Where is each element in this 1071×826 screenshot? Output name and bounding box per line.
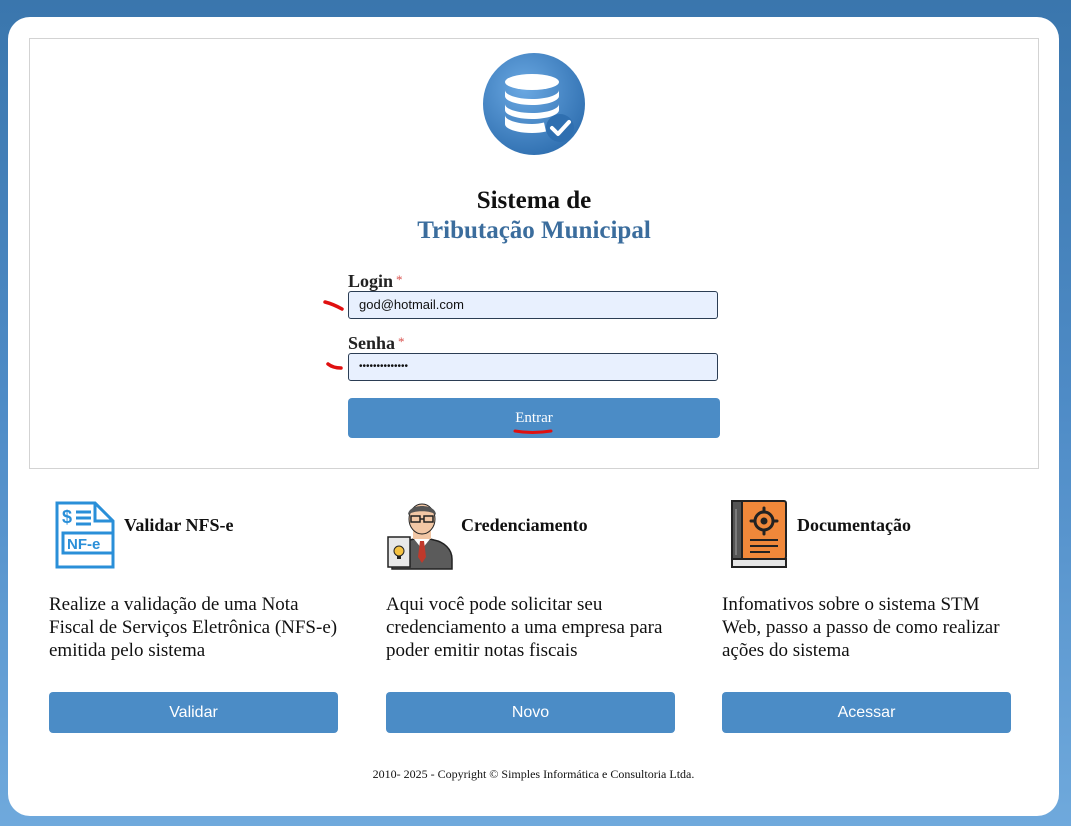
acessar-button[interactable]: Acessar bbox=[722, 692, 1011, 733]
novo-button[interactable]: Novo bbox=[386, 692, 675, 733]
required-marker: * bbox=[398, 334, 405, 349]
password-label: Senha * bbox=[348, 333, 405, 354]
main-card: Sistema de Tributação Municipal Login * g… bbox=[8, 17, 1059, 816]
app-title-line2: Tributação Municipal bbox=[417, 217, 651, 244]
footer-copyright: 2010- 2025 - Copyright © Simples Informá… bbox=[372, 767, 695, 781]
nfse-document-icon: $ NF-e bbox=[55, 501, 115, 569]
annotation-underline bbox=[513, 429, 553, 434]
businessman-icon bbox=[387, 503, 453, 570]
annotation-mark bbox=[326, 362, 343, 370]
password-label-text: Senha bbox=[348, 333, 396, 353]
feature-heading: Credenciamento bbox=[461, 515, 588, 535]
feature-description: Aqui você pode solicitar seu credenciame… bbox=[386, 594, 663, 661]
svg-text:NF-e: NF-e bbox=[67, 536, 100, 553]
login-label-text: Login bbox=[348, 271, 394, 291]
password-input[interactable]: •••••••••••••• bbox=[348, 353, 718, 381]
validar-button[interactable]: Validar bbox=[49, 692, 338, 733]
login-panel: Sistema de Tributação Municipal Login * g… bbox=[29, 38, 1039, 469]
login-input[interactable]: god@hotmail.com bbox=[348, 291, 718, 319]
feature-description: Infomativos sobre o sistema STM Web, pas… bbox=[722, 594, 1000, 661]
database-check-icon bbox=[483, 53, 585, 155]
required-marker: * bbox=[396, 272, 403, 287]
svg-text:$: $ bbox=[62, 507, 72, 527]
app-title-line1: Sistema de bbox=[476, 187, 592, 214]
feature-heading: Validar NFS-e bbox=[124, 515, 234, 535]
manual-book-gear-icon bbox=[731, 500, 787, 568]
login-label: Login * bbox=[348, 271, 403, 292]
feature-description: Realize a validação de uma Nota Fiscal d… bbox=[49, 594, 338, 661]
feature-heading: Documentação bbox=[797, 515, 911, 535]
annotation-mark bbox=[323, 300, 344, 311]
